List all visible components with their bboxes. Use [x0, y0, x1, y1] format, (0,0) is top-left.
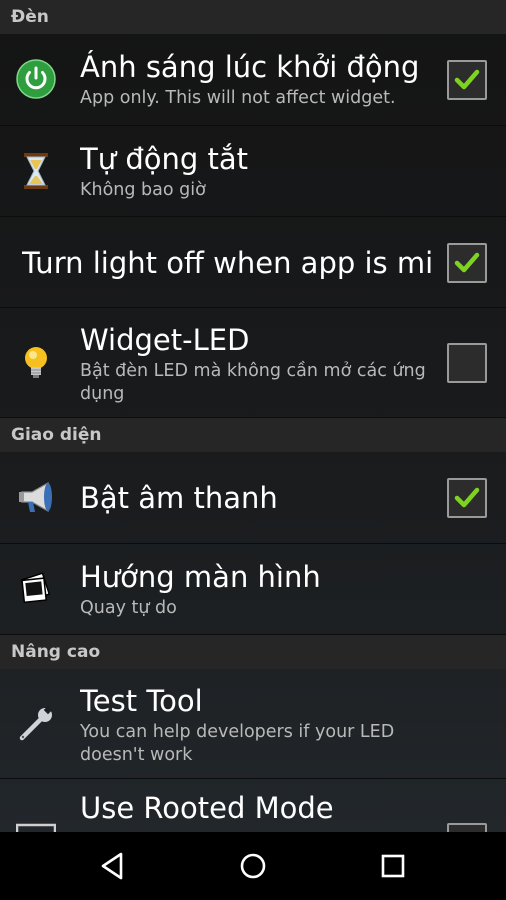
hourglass-icon	[16, 151, 56, 191]
terminal-icon	[15, 823, 57, 832]
megaphone-icon	[16, 478, 56, 518]
rooted-mode-checkbox[interactable]	[447, 823, 487, 832]
pref-title: Bật âm thanh	[80, 481, 278, 515]
pref-rooted-mode[interactable]: Use Rooted Mode	[0, 779, 506, 832]
home-icon[interactable]	[233, 846, 273, 886]
pref-title: Widget-LED	[80, 323, 250, 357]
navigation-bar	[0, 832, 506, 900]
section-header-advanced: Nâng cao	[0, 635, 506, 669]
pref-text: Widget-LED Bật đèn LED mà không cần mở c…	[80, 323, 436, 406]
pref-orientation[interactable]: Hướng màn hình Quay tự do	[0, 544, 506, 635]
settings-screen: Đèn Ánh sáng lúc khởi động App only. Thi…	[0, 0, 506, 832]
pref-test-tool[interactable]: Test Tool You can help developers if you…	[0, 669, 506, 779]
pref-startup-light[interactable]: Ánh sáng lúc khởi động App only. This wi…	[0, 34, 506, 126]
pref-title: Ánh sáng lúc khởi động	[80, 50, 420, 84]
pref-title: Hướng màn hình	[80, 560, 321, 594]
pref-text: Hướng màn hình Quay tự do	[80, 560, 436, 620]
pref-sound[interactable]: Bật âm thanh	[0, 452, 506, 544]
pref-summary: You can help developers if your LED does…	[80, 722, 395, 765]
pref-title: Use Rooted Mode	[80, 791, 334, 825]
pref-summary: Không bao giờ	[80, 180, 206, 200]
widget-led-checkbox[interactable]	[447, 343, 487, 383]
lightbulb-icon	[16, 343, 56, 383]
section-header-interface: Giao diện	[0, 418, 506, 452]
startup-light-checkbox[interactable]	[447, 60, 487, 100]
pref-text: Turn light off when app is mi..	[22, 246, 436, 280]
pref-title: Turn light off when app is mi..	[22, 246, 436, 280]
pref-text: Use Rooted Mode	[80, 791, 436, 825]
checkmark-icon	[454, 252, 480, 273]
pref-text: Ánh sáng lúc khởi động App only. This wi…	[80, 50, 436, 110]
checkmark-icon	[454, 69, 480, 90]
section-header-light: Đèn	[0, 0, 506, 34]
back-icon[interactable]	[93, 846, 133, 886]
power-icon	[16, 59, 56, 99]
checkmark-icon	[454, 487, 480, 508]
pref-text: Tự động tắt Không bao giờ	[80, 142, 436, 202]
recents-icon[interactable]	[373, 846, 413, 886]
pref-title: Tự động tắt	[80, 142, 248, 176]
sound-checkbox[interactable]	[447, 478, 487, 518]
pref-summary: Bật đèn LED mà không cần mở các ứng dụng	[80, 361, 426, 404]
pref-auto-off[interactable]: Tự động tắt Không bao giờ	[0, 126, 506, 217]
pref-title: Test Tool	[80, 684, 203, 718]
pref-text: Test Tool You can help developers if you…	[80, 684, 436, 767]
minimized-checkbox[interactable]	[447, 243, 487, 283]
pref-turn-off-minimized[interactable]: Turn light off when app is mi..	[0, 217, 506, 308]
pref-text: Bật âm thanh	[80, 481, 436, 515]
pref-summary: App only. This will not affect widget.	[80, 88, 396, 108]
photos-icon	[16, 569, 56, 609]
pref-summary: Quay tự do	[80, 598, 177, 618]
wrench-icon	[16, 704, 56, 744]
pref-widget-led[interactable]: Widget-LED Bật đèn LED mà không cần mở c…	[0, 308, 506, 418]
